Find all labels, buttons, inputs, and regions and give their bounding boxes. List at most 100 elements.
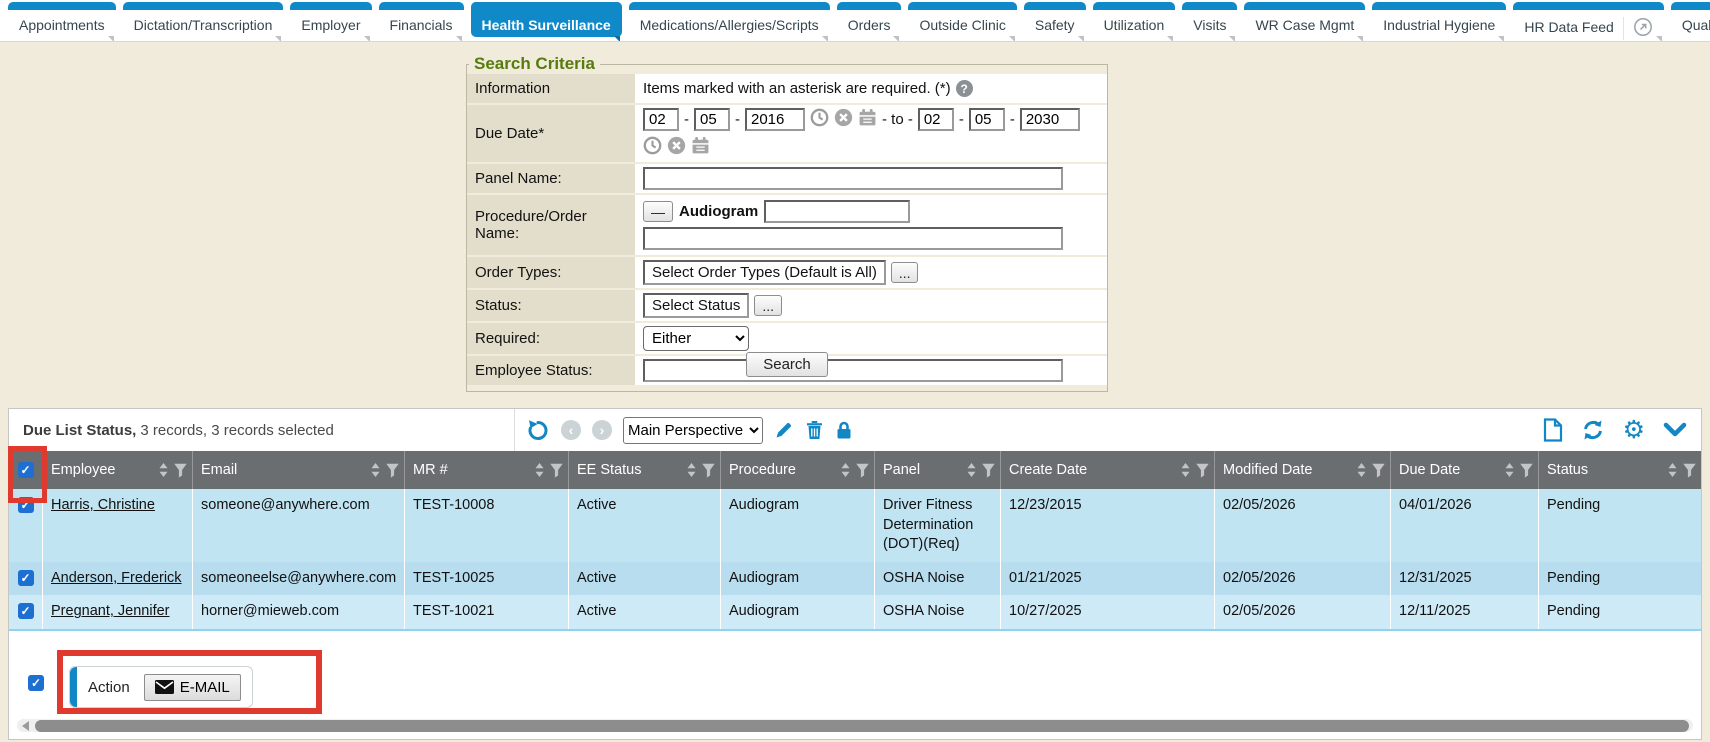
column-header-create-date[interactable]: Create Date xyxy=(1001,451,1215,489)
information-text: Items marked with an asterisk are requir… xyxy=(643,80,951,97)
filter-icon[interactable] xyxy=(385,463,400,478)
row-checkbox[interactable] xyxy=(18,603,34,619)
sort-icon[interactable] xyxy=(966,462,977,478)
filter-icon[interactable] xyxy=(549,463,564,478)
undo-icon[interactable] xyxy=(526,418,550,442)
employee-link[interactable]: Harris, Christine xyxy=(51,497,155,513)
new-document-icon[interactable] xyxy=(1542,418,1563,442)
required-select[interactable]: Either xyxy=(643,326,749,351)
calendar-icon[interactable] xyxy=(691,136,710,159)
employee-link[interactable]: Anderson, Frederick xyxy=(51,570,182,586)
lock-perspective-icon[interactable] xyxy=(835,420,853,440)
tab-industrial-hygiene[interactable]: Industrial Hygiene xyxy=(1372,2,1506,37)
tab-safety[interactable]: Safety xyxy=(1024,2,1086,37)
tab-hr-data-feed[interactable]: HR Data Feed xyxy=(1513,2,1663,37)
order-types-more-button[interactable]: ... xyxy=(891,262,919,283)
scroll-left-icon[interactable] xyxy=(22,721,29,731)
date-dash: - xyxy=(735,111,740,128)
employee-link[interactable]: Pregnant, Jennifer xyxy=(51,603,170,619)
previous-icon[interactable] xyxy=(561,420,581,440)
filter-icon[interactable] xyxy=(1682,463,1697,478)
collapse-chevron-icon[interactable] xyxy=(1663,421,1687,439)
scrollbar-thumb[interactable] xyxy=(35,720,1689,732)
delete-perspective-icon[interactable] xyxy=(805,420,824,440)
column-header-due-date[interactable]: Due Date xyxy=(1391,451,1539,489)
procedure-chip-input[interactable] xyxy=(764,200,910,223)
column-label: Procedure xyxy=(729,462,796,478)
column-header-panel[interactable]: Panel xyxy=(875,451,1001,489)
filter-icon[interactable] xyxy=(1519,463,1534,478)
sort-icon[interactable] xyxy=(840,462,851,478)
order-types-value[interactable]: Select Order Types (Default is All) xyxy=(643,260,886,285)
horizontal-scrollbar[interactable] xyxy=(17,719,1693,732)
column-header-mr[interactable]: MR # xyxy=(405,451,569,489)
tab-health-surveillance[interactable]: Health Surveillance xyxy=(471,2,622,37)
due-date-to-year-input[interactable] xyxy=(1020,108,1080,131)
tab-orders[interactable]: Orders xyxy=(837,2,902,37)
due-date-row: Due Date* - - - to - - - xyxy=(467,105,1107,164)
column-header-procedure[interactable]: Procedure xyxy=(721,451,875,489)
column-header-employee[interactable]: Employee xyxy=(43,451,193,489)
sort-icon[interactable] xyxy=(534,462,545,478)
filter-icon[interactable] xyxy=(981,463,996,478)
procedure-order-name-input[interactable] xyxy=(643,227,1063,250)
clear-date-icon[interactable] xyxy=(834,108,853,131)
calendar-icon[interactable] xyxy=(858,108,877,131)
refresh-icon[interactable] xyxy=(1581,418,1605,442)
filter-icon[interactable] xyxy=(1195,463,1210,478)
row-checkbox[interactable] xyxy=(18,570,34,586)
select-all-checkbox[interactable] xyxy=(18,462,34,478)
tab-utilization[interactable]: Utilization xyxy=(1093,2,1176,37)
column-header-ee-status[interactable]: EE Status xyxy=(569,451,721,489)
filter-icon[interactable] xyxy=(855,463,870,478)
panel-cell: OSHA Noise xyxy=(875,595,1001,629)
sort-icon[interactable] xyxy=(686,462,697,478)
clock-icon[interactable] xyxy=(643,136,662,159)
column-header-email[interactable]: Email xyxy=(193,451,405,489)
sort-icon[interactable] xyxy=(1180,462,1191,478)
clock-icon[interactable] xyxy=(810,108,829,131)
external-link-icon[interactable] xyxy=(1623,17,1653,40)
next-icon[interactable] xyxy=(592,420,612,440)
panel-name-input[interactable] xyxy=(643,167,1063,190)
tab-appointments[interactable]: Appointments xyxy=(8,2,116,37)
ee-status-cell: Active xyxy=(569,562,721,596)
collapse-procedure-button[interactable]: — xyxy=(643,201,673,222)
due-date-to-month-input[interactable] xyxy=(918,108,954,131)
filter-icon[interactable] xyxy=(1371,463,1386,478)
tab-financials[interactable]: Financials xyxy=(379,2,464,37)
due-date-from-year-input[interactable] xyxy=(745,108,805,131)
help-icon[interactable] xyxy=(956,80,973,97)
column-header-status[interactable]: Status xyxy=(1539,451,1701,489)
status-more-button[interactable]: ... xyxy=(754,295,782,316)
sort-icon[interactable] xyxy=(370,462,381,478)
email-button[interactable]: E-MAIL xyxy=(144,674,241,701)
sort-icon[interactable] xyxy=(158,462,169,478)
tab-employer[interactable]: Employer xyxy=(290,2,371,37)
tab-wr-case-mgmt[interactable]: WR Case Mgmt xyxy=(1244,2,1365,37)
tab-medications-allergies-scripts[interactable]: Medications/Allergies/Scripts xyxy=(629,2,830,37)
status-value[interactable]: Select Status xyxy=(643,293,749,318)
settings-gear-icon[interactable] xyxy=(1623,419,1645,441)
tab-visits[interactable]: Visits xyxy=(1182,2,1237,37)
tab-dictation-transcription[interactable]: Dictation/Transcription xyxy=(123,2,284,37)
sort-icon[interactable] xyxy=(1504,462,1515,478)
sort-icon[interactable] xyxy=(1356,462,1367,478)
create-date-cell: 10/27/2025 xyxy=(1001,595,1215,629)
filter-icon[interactable] xyxy=(701,463,716,478)
due-date-to-day-input[interactable] xyxy=(969,108,1005,131)
clear-date-icon[interactable] xyxy=(667,136,686,159)
edit-perspective-icon[interactable] xyxy=(774,420,794,440)
perspective-select[interactable]: Main Perspective xyxy=(623,417,763,444)
status-label: Status: xyxy=(467,290,635,321)
footer-select-checkbox[interactable] xyxy=(28,675,44,691)
due-date-from-day-input[interactable] xyxy=(694,108,730,131)
tab-quality-of[interactable]: Quality of xyxy=(1671,2,1710,37)
column-header-modified-date[interactable]: Modified Date xyxy=(1215,451,1391,489)
row-checkbox[interactable] xyxy=(18,497,34,513)
tab-outside-clinic[interactable]: Outside Clinic xyxy=(908,2,1016,37)
sort-icon[interactable] xyxy=(1667,462,1678,478)
due-date-from-month-input[interactable] xyxy=(643,108,679,131)
search-button[interactable]: Search xyxy=(746,352,828,377)
filter-icon[interactable] xyxy=(173,463,188,478)
